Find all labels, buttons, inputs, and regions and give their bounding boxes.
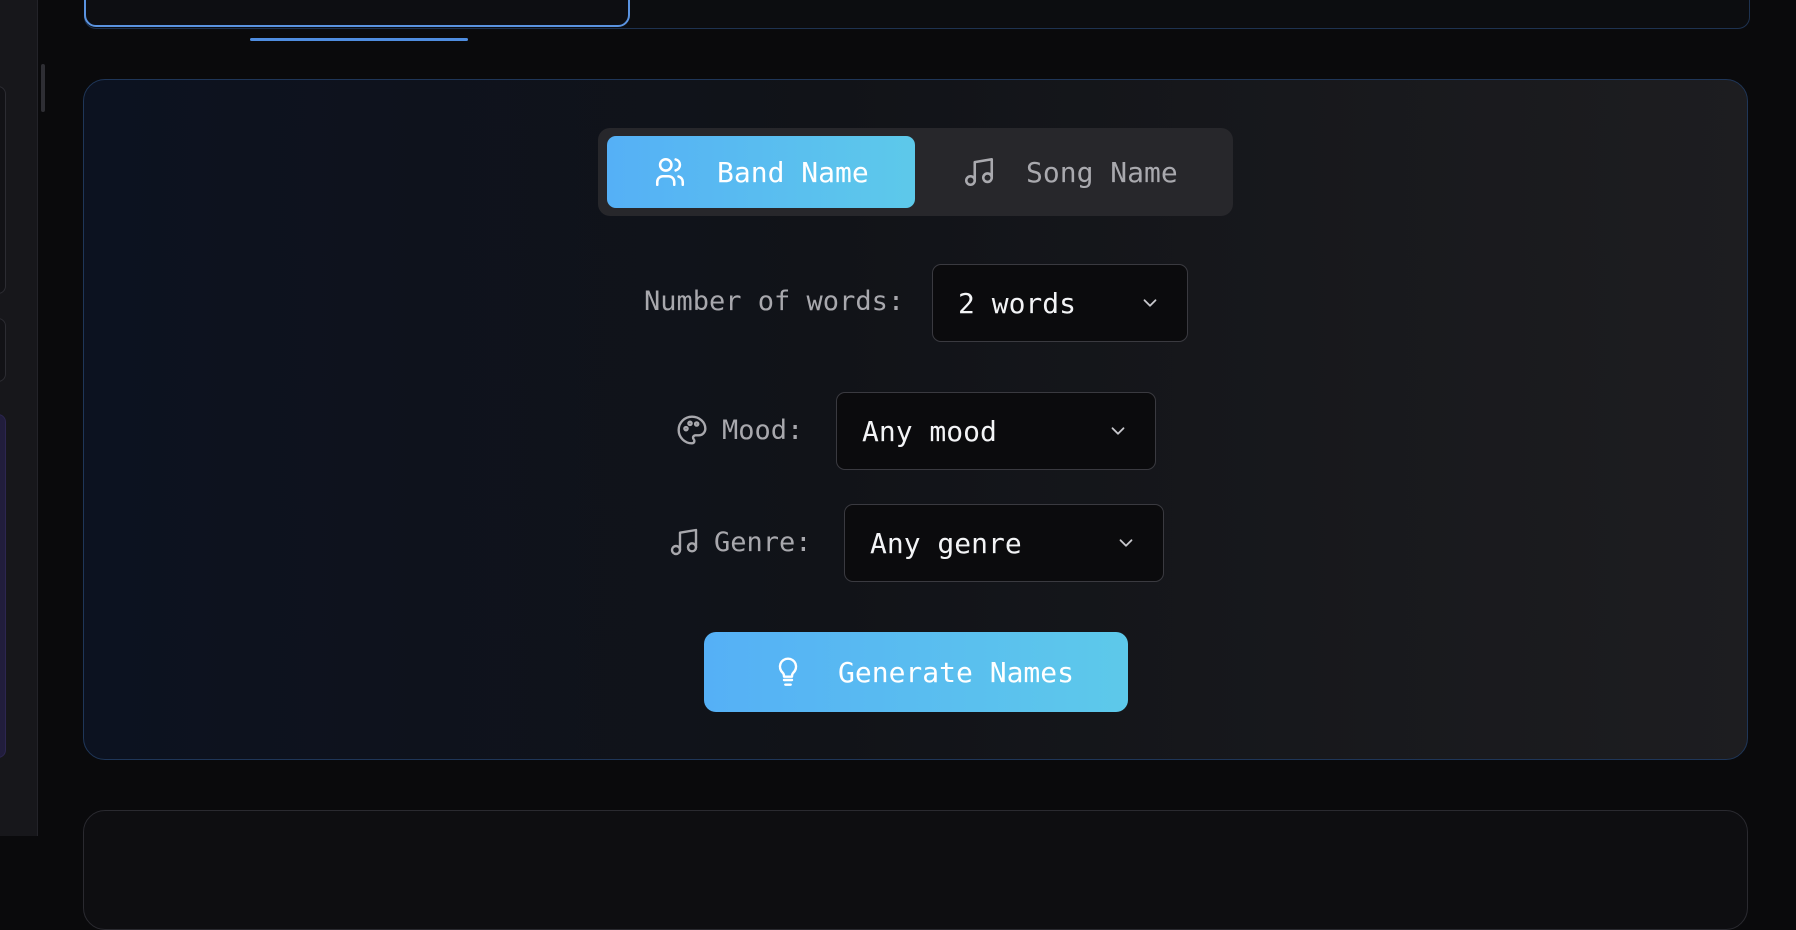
words-label-text: Number of words: [644, 286, 905, 317]
results-panel [83, 810, 1748, 930]
chevron-down-icon [1119, 539, 1133, 547]
band-name-toggle-button[interactable]: Band Name [607, 136, 915, 208]
chevron-down-icon [1111, 427, 1125, 435]
sidebar-card-highlighted[interactable] [0, 414, 6, 758]
users-icon [655, 157, 685, 187]
mode-toggle: Band Name Song Name [598, 128, 1233, 216]
tab-active[interactable] [84, 0, 630, 27]
words-label: Number of words: [644, 286, 904, 317]
sidebar-resize-handle[interactable] [41, 64, 45, 112]
sidebar-card[interactable] [0, 86, 6, 294]
chevron-down-icon [1143, 299, 1157, 307]
lightbulb-icon [778, 657, 798, 686]
words-select[interactable]: 2 words [932, 264, 1188, 342]
music-note-icon [670, 528, 698, 556]
mood-label-text: Mood: [722, 414, 804, 446]
mood-select-value: Any mood [862, 414, 997, 448]
mood-label: Mood: [676, 414, 803, 446]
genre-label-text: Genre: [714, 526, 812, 558]
words-select-value: 2 words [958, 286, 1077, 320]
song-name-label: Song Name [1026, 155, 1178, 189]
generate-names-button[interactable]: Generate Names [704, 632, 1128, 712]
music-note-icon [964, 157, 994, 187]
genre-label: Genre: [668, 526, 812, 558]
song-name-toggle-button[interactable]: Song Name [920, 136, 1228, 208]
generate-names-label: Generate Names [838, 655, 1075, 689]
mood-select[interactable]: Any mood [836, 392, 1156, 470]
left-sidebar [0, 0, 38, 836]
palette-icon [677, 415, 707, 445]
genre-select-value: Any genre [870, 526, 1022, 560]
band-name-label: Band Name [717, 155, 869, 189]
sidebar-card[interactable] [0, 318, 6, 382]
tab-active-indicator [250, 38, 468, 41]
genre-select[interactable]: Any genre [844, 504, 1164, 582]
